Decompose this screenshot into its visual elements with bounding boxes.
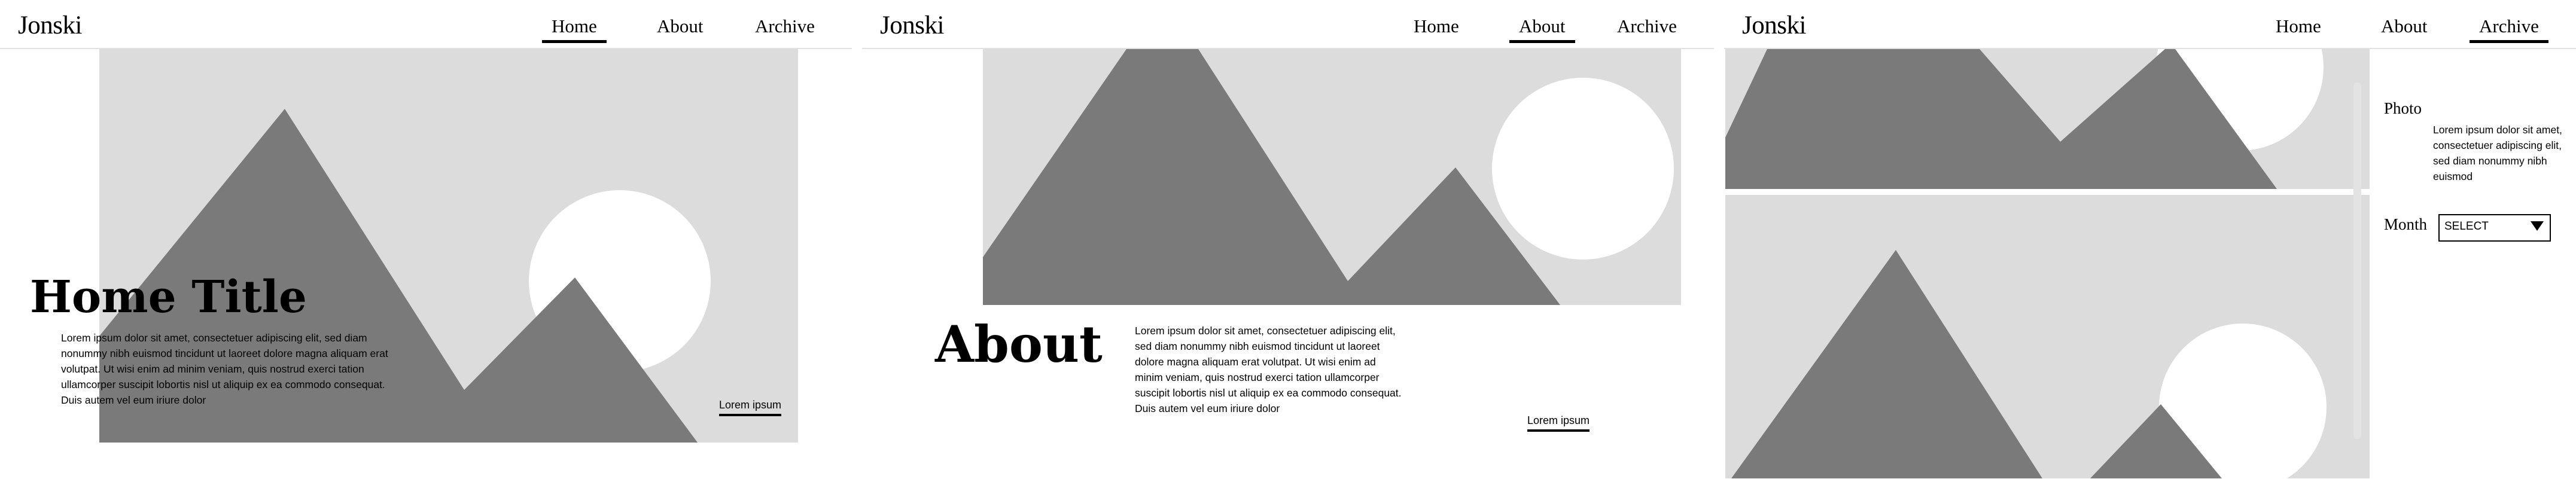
nav-home[interactable]: Home: [1414, 16, 1459, 37]
page-title: About: [935, 315, 1103, 374]
nav-about[interactable]: About: [1509, 16, 1575, 43]
photo-label: Photo: [2384, 99, 2422, 117]
lorem-ipsum-link[interactable]: Lorem ipsum: [719, 398, 782, 416]
nav-about[interactable]: About: [657, 16, 704, 37]
nav-home[interactable]: Home: [542, 16, 607, 43]
nav-archive[interactable]: Archive: [2470, 16, 2548, 43]
home-body-text: Lorem ipsum dolor sit amet, consectetuer…: [61, 332, 388, 406]
site-header: Jonski Home About Archive: [862, 0, 1714, 49]
mountain-sun-icon: [1725, 49, 2324, 189]
hero-image-placeholder: [983, 49, 1681, 305]
month-label: Month: [2384, 215, 2428, 233]
vertical-scrollbar[interactable]: [2353, 83, 2361, 439]
nav-home[interactable]: Home: [2276, 16, 2321, 37]
photo-description: Lorem ipsum dolor sit amet, consectetuer…: [2433, 124, 2562, 182]
nav-archive[interactable]: Archive: [1617, 16, 1677, 37]
month-select-value: SELECT: [2444, 220, 2489, 233]
mountain-sun-icon: [983, 49, 1674, 305]
month-select[interactable]: SELECT: [2438, 214, 2551, 242]
site-header: Jonski Home About Archive: [0, 0, 852, 49]
archive-photo-placeholder[interactable]: [1725, 49, 2370, 189]
nav-archive[interactable]: Archive: [755, 16, 815, 37]
mountain-sun-icon: [1731, 250, 2327, 478]
caret-down-icon: [2531, 221, 2544, 231]
archive-page-panel: Jonski Home About Archive Photo Lorem ip…: [1724, 0, 2576, 479]
archive-photo-placeholder[interactable]: [1725, 195, 2370, 478]
site-logo[interactable]: Jonski: [18, 11, 82, 40]
lorem-ipsum-link[interactable]: Lorem ipsum: [1527, 414, 1590, 432]
about-body-text: Lorem ipsum dolor sit amet, consectetuer…: [1135, 325, 1402, 414]
about-page-panel: Jonski Home About Archive About Lorem ip…: [862, 0, 1714, 479]
site-header: Jonski Home About Archive: [1724, 0, 2576, 49]
site-logo[interactable]: Jonski: [1742, 11, 1806, 40]
nav-about[interactable]: About: [2381, 16, 2428, 37]
page-title: Home Title: [30, 271, 307, 323]
home-page-panel: Jonski Home About Archive Home Title Lor…: [0, 0, 852, 479]
site-logo[interactable]: Jonski: [880, 11, 944, 40]
